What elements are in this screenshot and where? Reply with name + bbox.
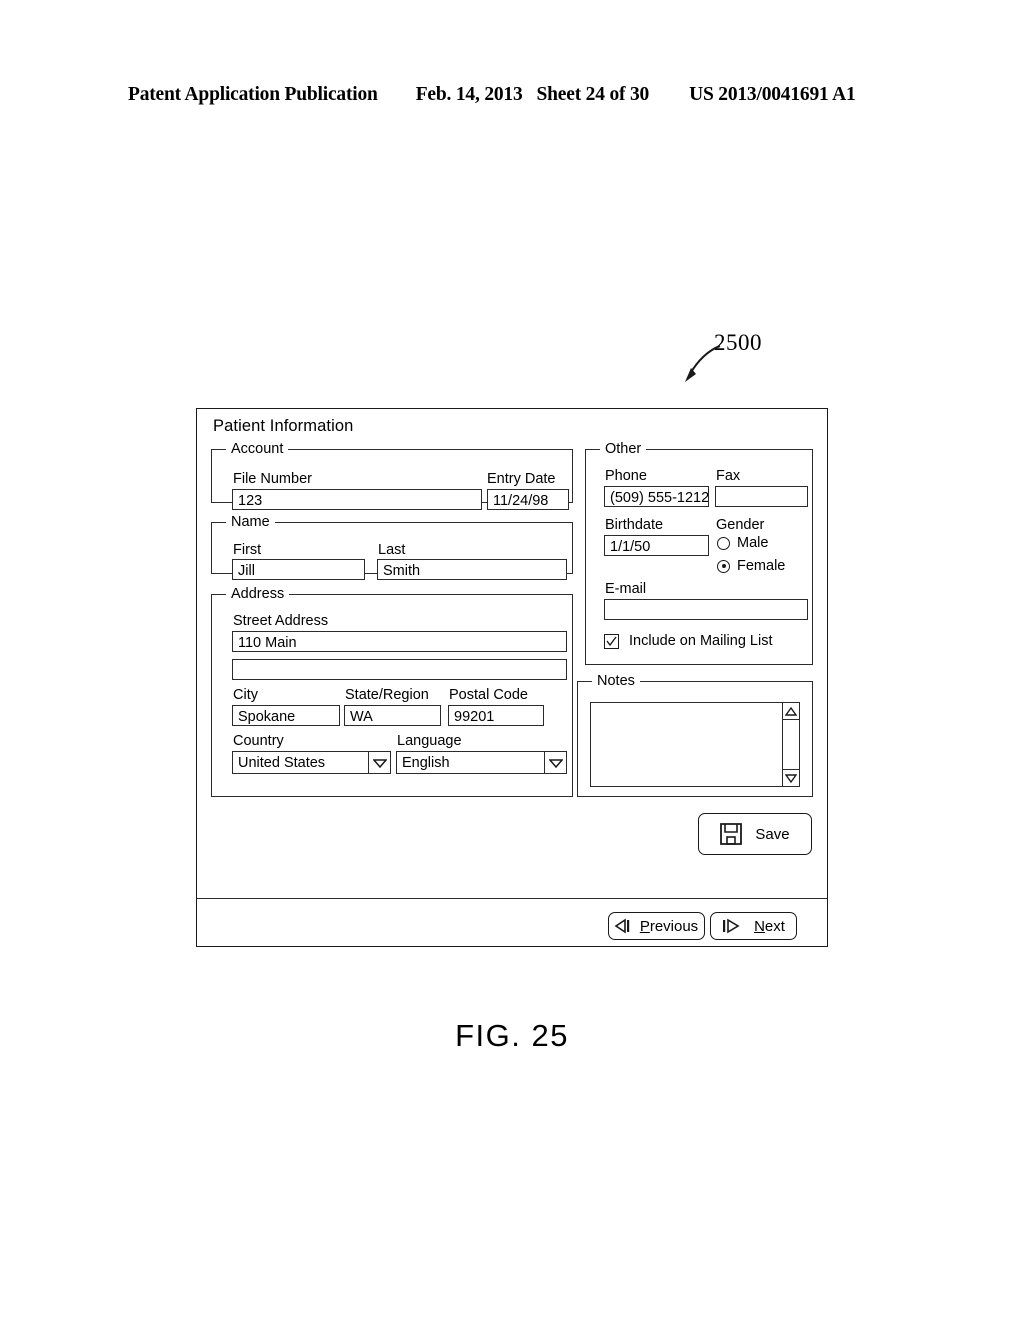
next-button-label: Next — [754, 917, 785, 935]
scroll-up-arrow-icon[interactable] — [783, 703, 799, 720]
checkbox-checked-icon[interactable] — [604, 633, 619, 649]
patent-publication-number: US 2013/0041691 A1 — [689, 84, 856, 105]
patent-sheet-number: Sheet 24 of 30 — [536, 84, 650, 105]
phone-input[interactable]: (509) 555-1212 — [604, 486, 709, 507]
mailing-list-checkbox-row[interactable]: Include on Mailing List — [604, 633, 772, 649]
figure-reference-callout: 2500 — [676, 330, 796, 392]
address-group-label: Address — [226, 586, 290, 602]
file-number-label: File Number — [233, 471, 312, 487]
patent-header: Patent Application Publication Feb. 14, … — [128, 84, 888, 106]
last-name-input[interactable]: Smith — [377, 559, 567, 580]
scroll-down-arrow-icon[interactable] — [783, 769, 799, 786]
patent-date: Feb. 14, 2013 — [415, 84, 523, 105]
account-group-label: Account — [226, 441, 289, 457]
fax-label: Fax — [716, 468, 741, 484]
birthdate-label: Birthdate — [605, 517, 664, 533]
name-group-label: Name — [226, 514, 275, 530]
save-button[interactable]: Save — [698, 813, 812, 855]
dialog-title: Patient Information — [213, 417, 354, 435]
file-number-input[interactable]: 123 — [232, 489, 482, 510]
last-name-label: Last — [378, 542, 406, 558]
entry-date-input[interactable]: 11/24/98 — [487, 489, 569, 510]
chevron-down-icon[interactable] — [544, 752, 566, 773]
previous-button[interactable]: Previous — [608, 912, 705, 940]
city-input[interactable]: Spokane — [232, 705, 340, 726]
phone-label: Phone — [605, 468, 647, 484]
figure-caption: FIG. 25 — [455, 1018, 569, 1053]
state-region-input[interactable]: WA — [344, 705, 441, 726]
notes-text[interactable] — [591, 703, 782, 786]
mailing-list-label: Include on Mailing List — [629, 633, 773, 649]
language-label: Language — [397, 733, 462, 749]
next-button-label-rest: ext — [764, 917, 785, 935]
previous-button-label: Previous — [639, 917, 699, 935]
floppy-disk-save-icon — [718, 821, 744, 847]
patient-information-dialog: Patient Information Account File Number … — [196, 408, 828, 947]
gender-radio-male[interactable]: Male — [717, 535, 768, 551]
chevron-down-icon[interactable] — [368, 752, 390, 773]
gender-label: Gender — [716, 517, 765, 533]
next-button[interactable]: Next — [710, 912, 797, 940]
other-group-label: Other — [600, 441, 647, 457]
gender-radio-female[interactable]: Female — [717, 558, 785, 574]
previous-arrow-icon — [613, 918, 635, 934]
street-address-label: Street Address — [233, 613, 329, 629]
notes-scrollbar[interactable] — [782, 703, 799, 786]
language-select[interactable]: English — [396, 751, 567, 774]
first-name-label: First — [233, 542, 262, 558]
street-address-line1-input[interactable]: 110 Main — [232, 631, 567, 652]
postal-code-input[interactable]: 99201 — [448, 705, 544, 726]
country-select[interactable]: United States — [232, 751, 391, 774]
footer-divider — [197, 898, 827, 900]
gender-female-label: Female — [737, 558, 786, 574]
save-button-label: Save — [755, 825, 790, 843]
postal-code-label: Postal Code — [449, 687, 528, 703]
first-name-input[interactable]: Jill — [232, 559, 365, 580]
language-select-value: English — [402, 755, 450, 771]
patent-publication-label: Patent Application Publication — [128, 84, 378, 105]
next-arrow-icon — [720, 918, 744, 934]
notes-textarea[interactable] — [590, 702, 800, 787]
email-label: E-mail — [605, 581, 647, 597]
scrollbar-track[interactable] — [783, 720, 799, 769]
street-address-line2-input[interactable] — [232, 659, 567, 680]
birthdate-input[interactable]: 1/1/50 — [604, 535, 709, 556]
email-input[interactable] — [604, 599, 808, 620]
country-label: Country — [233, 733, 284, 749]
fax-input[interactable] — [715, 486, 808, 507]
notes-group-label: Notes — [592, 673, 640, 689]
previous-button-label-rest: revious — [649, 917, 699, 935]
radio-selected-icon[interactable] — [717, 559, 730, 573]
gender-male-label: Male — [737, 535, 769, 551]
state-region-label: State/Region — [345, 687, 429, 703]
leader-arrow-icon — [685, 345, 721, 382]
entry-date-label: Entry Date — [487, 471, 556, 487]
city-label: City — [233, 687, 258, 703]
country-select-value: United States — [238, 755, 326, 771]
radio-unselected-icon[interactable] — [717, 536, 730, 550]
